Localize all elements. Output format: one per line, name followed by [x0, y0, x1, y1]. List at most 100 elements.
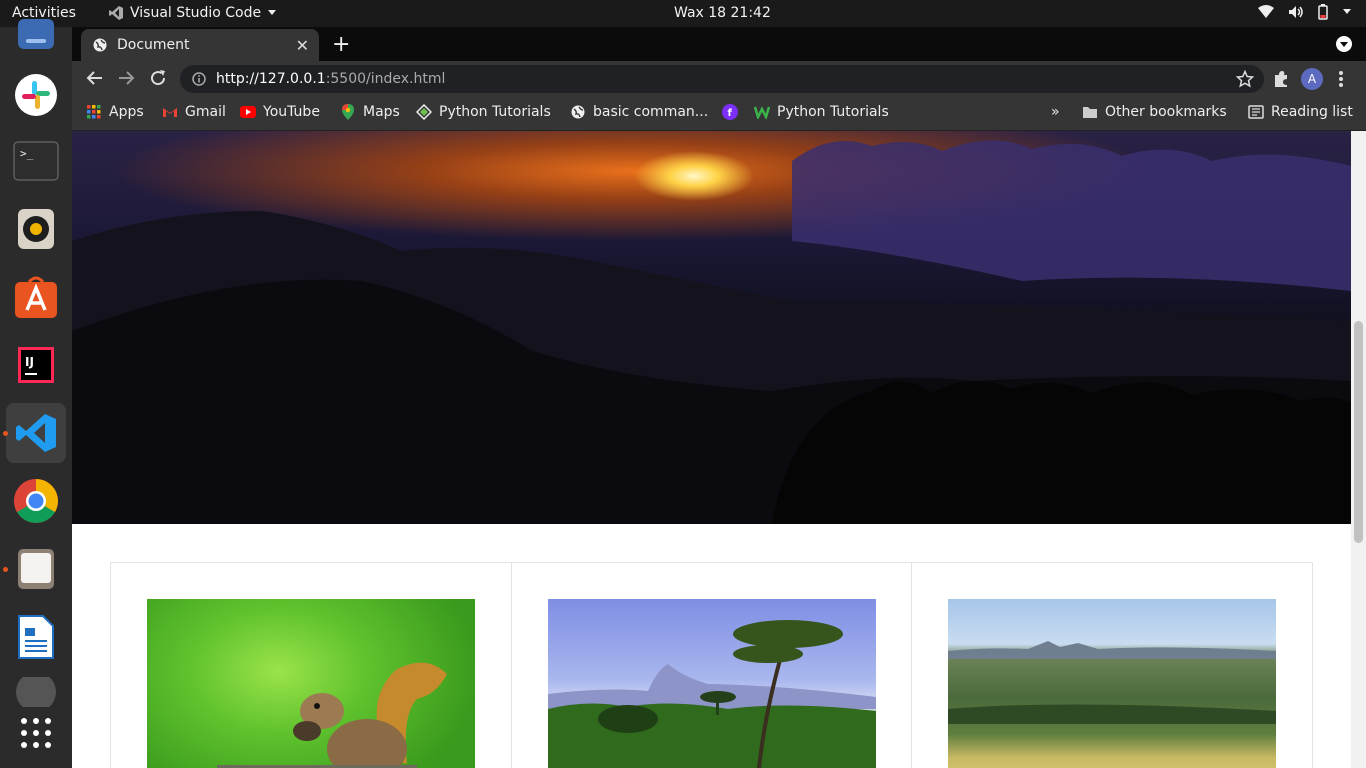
squirrel-photo	[147, 599, 475, 768]
google-chrome-icon	[14, 479, 58, 523]
tab-strip: Document ✕ +	[72, 27, 1366, 61]
app-name: Visual Studio Code	[130, 5, 262, 21]
dock-item-writer[interactable]	[6, 607, 66, 667]
dock-item-intellij[interactable]: IJ	[6, 335, 66, 395]
dock-item-files-top[interactable]	[6, 5, 66, 65]
dock-item-files[interactable]	[6, 539, 66, 599]
chevron-down-icon	[268, 10, 277, 15]
bookmark-label: Maps	[363, 104, 400, 120]
more-bookmarks-button[interactable]: »	[1051, 97, 1060, 127]
battery-icon	[1318, 4, 1328, 20]
dock: >_ IJ	[0, 19, 72, 768]
bookmark-gmail[interactable]: Gmail	[162, 97, 226, 127]
url-host: http://127.0.0.1	[216, 71, 326, 87]
bookmark-maps[interactable]: Maps	[340, 97, 400, 127]
browser-window: Document ✕ + http://127.0.0.1:5500/index…	[72, 27, 1366, 768]
youtube-icon	[240, 106, 256, 118]
power-menu-chevron-icon	[1343, 9, 1351, 14]
acacia-savanna-photo	[547, 599, 876, 768]
running-indicator	[3, 567, 8, 572]
bookmark-star-icon[interactable]	[1236, 70, 1254, 88]
bookmark-label: Gmail	[185, 104, 226, 120]
vscode-small-icon	[109, 6, 123, 20]
chevron-down-icon	[1340, 42, 1348, 47]
browser-toolbar: http://127.0.0.1:5500/index.html A	[72, 61, 1366, 97]
forward-icon[interactable]	[117, 69, 135, 87]
dock-item-vscode[interactable]	[6, 403, 66, 463]
reading-list-label: Reading list	[1271, 104, 1353, 120]
bookmark-basic-commands[interactable]: basic comman...	[570, 97, 708, 127]
bookmarks-bar: Apps Gmail YouTube Maps Python Tutorials…	[72, 97, 1366, 131]
bookmark-youtube[interactable]: YouTube	[240, 97, 320, 127]
running-indicator	[3, 431, 8, 436]
image-card-row	[110, 562, 1313, 768]
svg-text:f: f	[728, 108, 733, 119]
files-icon	[18, 19, 54, 49]
other-bookmarks-folder[interactable]: Other bookmarks	[1082, 97, 1227, 127]
show-applications-button[interactable]	[6, 703, 66, 763]
dock-item-rhythmbox[interactable]	[6, 199, 66, 259]
other-bookmarks-label: Other bookmarks	[1105, 104, 1227, 120]
bookmark-python-tutorials[interactable]: Python Tutorials	[416, 97, 551, 127]
tab-search-button[interactable]	[1336, 36, 1352, 52]
page-viewport	[72, 131, 1366, 768]
bookmark-label: basic comman...	[593, 104, 709, 120]
python-tutorials-icon	[416, 104, 432, 120]
card-acacia-savanna	[512, 563, 913, 768]
globe-icon	[571, 105, 585, 119]
card-mount-kenya-plains	[912, 563, 1312, 768]
dock-item-ubuntu-software[interactable]	[6, 267, 66, 327]
scrollbar-thumb[interactable]	[1354, 321, 1363, 543]
apps-grid-icon	[21, 718, 51, 748]
f-icon: f	[722, 104, 738, 120]
folder-icon	[1083, 107, 1097, 118]
dock-item-slack[interactable]	[6, 65, 66, 125]
system-top-bar: Activities Visual Studio Code Wax 18 21:…	[0, 0, 1366, 27]
tab-document[interactable]: Document ✕	[81, 29, 319, 61]
url-path: :5500/index.html	[325, 71, 446, 87]
clock[interactable]: Wax 18 21:42	[674, 5, 771, 21]
address-bar[interactable]: http://127.0.0.1:5500/index.html	[180, 65, 1264, 93]
more-vertical-icon[interactable]	[1338, 70, 1344, 88]
visual-studio-code-icon	[16, 414, 56, 452]
volume-icon	[1289, 6, 1303, 18]
bookmark-label: Python Tutorials	[439, 104, 551, 120]
system-tray[interactable]	[1258, 4, 1352, 20]
svg-text:>_: >_	[20, 147, 34, 160]
reading-list-icon	[1248, 105, 1264, 119]
svg-text:IJ: IJ	[25, 355, 34, 369]
gmail-icon	[163, 108, 177, 117]
bookmark-python-tutorials-w[interactable]: Python Tutorials	[754, 97, 889, 127]
w-icon	[754, 106, 770, 119]
apps-grid-icon	[87, 105, 101, 119]
libreoffice-writer-icon	[18, 615, 54, 659]
extensions-puzzle-icon[interactable]	[1272, 70, 1290, 88]
hero-image-sunset-mountains	[72, 131, 1351, 524]
info-icon	[192, 72, 206, 86]
reading-list-button[interactable]: Reading list	[1248, 97, 1353, 127]
globe-icon	[93, 38, 107, 52]
maps-icon	[342, 104, 354, 120]
mountain-silhouette	[72, 140, 1351, 524]
profile-avatar[interactable]: A	[1301, 68, 1323, 90]
new-tab-button[interactable]: +	[332, 32, 350, 57]
close-tab-icon[interactable]: ✕	[296, 36, 309, 55]
rhythmbox-icon	[18, 209, 54, 249]
mount-kenya-plains-photo	[948, 599, 1277, 768]
bookmark-apps[interactable]: Apps	[86, 97, 144, 127]
more-bookmarks-label: »	[1051, 104, 1060, 120]
terminal-icon: >_	[13, 141, 59, 181]
back-icon[interactable]	[86, 69, 104, 87]
card-squirrel	[111, 563, 512, 768]
dock-item-terminal[interactable]: >_	[6, 131, 66, 191]
dock-item-chrome[interactable]	[6, 471, 66, 531]
slack-icon	[15, 74, 57, 116]
page-scrollbar[interactable]	[1351, 131, 1366, 768]
ubuntu-software-icon	[15, 276, 57, 318]
app-menu[interactable]: Visual Studio Code	[108, 5, 277, 21]
reload-icon[interactable]	[149, 69, 167, 87]
bookmark-label: Apps	[109, 104, 144, 120]
bookmark-f[interactable]: f	[722, 97, 738, 127]
url-text: http://127.0.0.1:5500/index.html	[216, 71, 445, 87]
files-manager-icon	[18, 549, 54, 589]
